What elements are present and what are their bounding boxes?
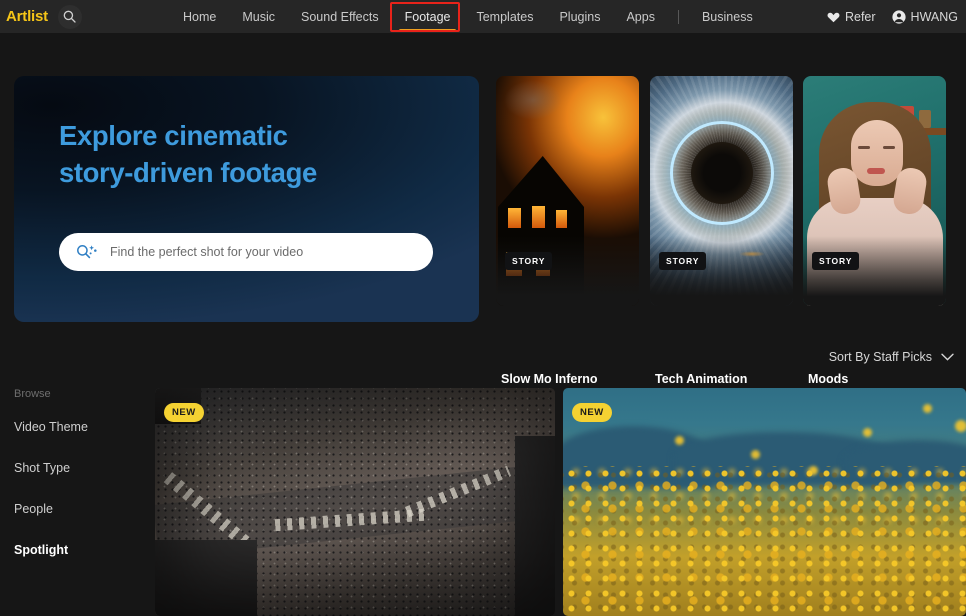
nav-item-business[interactable]: Business [689, 1, 766, 33]
nav-item-plugins[interactable]: Plugins [546, 1, 613, 33]
story-badge: STORY [659, 252, 707, 270]
global-search-button[interactable] [57, 4, 82, 29]
refer-button[interactable]: Refer [827, 10, 876, 24]
hero-title: Explore cinematic story-driven footage [59, 118, 317, 191]
story-title-moods: Moods [808, 372, 849, 386]
browse-sidebar: Browse Video Theme Shot Type People Spot… [0, 388, 150, 584]
sidebar-item-people[interactable]: People [0, 502, 150, 516]
story-title-tech-animation: Tech Animation [655, 372, 748, 386]
yellow-wildflowers-artwork [563, 388, 966, 616]
artlist-logo-text: Artlist [6, 8, 48, 25]
video-card-aerial-city-crowd[interactable]: NEW [155, 388, 555, 616]
top-navigation-bar: Artlist Home Music Sound Effects Footage [0, 0, 966, 33]
nav-label: Sound Effects [301, 9, 379, 24]
story-thumbnail [496, 76, 639, 306]
story-thumbnail [650, 76, 793, 306]
nav-label: Plugins [559, 9, 601, 24]
hero-search-placeholder: Find the perfect shot for your video [110, 245, 304, 259]
sidebar-item-video-theme[interactable]: Video Theme [0, 420, 150, 434]
story-card-tech-animation[interactable]: STORY [650, 76, 793, 306]
active-tab-underline [398, 29, 457, 32]
account-label: HWANG [910, 9, 958, 24]
heart-icon [827, 12, 840, 22]
nav-label: Business [701, 9, 753, 24]
nav-item-home[interactable]: Home [170, 1, 229, 33]
hero-search-bar[interactable]: Find the perfect shot for your video [59, 233, 433, 271]
sidebar-item-label: Shot Type [14, 461, 71, 475]
story-badge: STORY [812, 252, 860, 270]
sidebar-item-label: People [14, 502, 53, 516]
new-badge: NEW [164, 403, 204, 422]
new-badge: NEW [572, 403, 612, 422]
sidebar-item-spotlight[interactable]: Spotlight [0, 543, 150, 557]
nav-label: Music [242, 9, 275, 24]
nav-item-footage[interactable]: Footage [392, 1, 464, 33]
story-title-slow-mo-inferno: Slow Mo Inferno [501, 372, 598, 386]
nav-item-music[interactable]: Music [229, 1, 288, 33]
story-badge: STORY [505, 252, 553, 270]
nav-label: Home [183, 9, 217, 24]
story-gradient-overlay [803, 236, 946, 306]
ai-search-sparkle-icon [77, 245, 97, 259]
hero-title-line-2: story-driven footage [59, 156, 317, 188]
chevron-down-icon [941, 353, 954, 361]
story-card-moods[interactable]: STORY [803, 76, 946, 306]
nav-links: Home Music Sound Effects Footage Templat… [170, 0, 766, 33]
nav-divider [677, 9, 679, 24]
hero-row: Explore cinematic story-driven footage F… [0, 76, 966, 386]
story-gradient-overlay [496, 236, 639, 306]
aerial-city-crowd-artwork [155, 388, 555, 616]
sidebar-item-shot-type[interactable]: Shot Type [0, 461, 150, 475]
nav-label: Apps [626, 9, 655, 24]
sidebar-item-label: Spotlight [14, 543, 69, 557]
artlist-footage-page: Artlist Home Music Sound Effects Footage [0, 0, 966, 616]
hero-banner: Explore cinematic story-driven footage F… [14, 76, 479, 322]
nav-item-apps[interactable]: Apps [613, 1, 668, 33]
nav-right-group: Refer HWANG [827, 0, 958, 33]
sort-by-dropdown[interactable]: Sort By Staff Picks [829, 350, 954, 364]
account-button[interactable]: HWANG [891, 9, 958, 24]
browse-heading: Browse [14, 388, 51, 400]
nav-item-sound-effects[interactable]: Sound Effects [288, 1, 392, 33]
nav-item-templates[interactable]: Templates [463, 1, 546, 33]
artlist-logo[interactable]: Artlist [6, 8, 48, 25]
sidebar-item-label: Video Theme [14, 420, 88, 434]
refer-label: Refer [844, 9, 876, 24]
video-card-yellow-wildflowers[interactable]: NEW [563, 388, 966, 616]
story-card-slow-mo-inferno[interactable]: STORY [496, 76, 639, 306]
sort-by-label: Sort By Staff Picks [828, 350, 932, 364]
search-icon [64, 10, 77, 23]
hero-title-line-1: Explore cinematic [59, 120, 288, 151]
nav-label: Templates [476, 9, 534, 24]
user-circle-icon [891, 9, 906, 24]
nav-label: Footage [404, 9, 451, 24]
story-gradient-overlay [650, 236, 793, 306]
story-thumbnail [803, 76, 946, 306]
